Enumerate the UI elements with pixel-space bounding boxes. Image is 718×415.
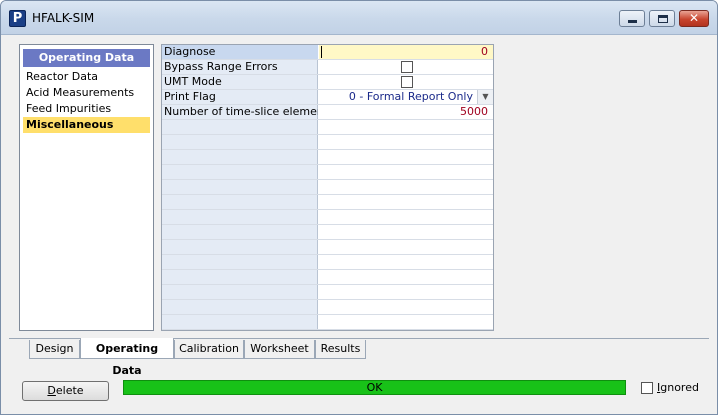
- grid-row-empty: [162, 195, 493, 210]
- grid-row-empty: [162, 165, 493, 180]
- minimize-icon: [628, 20, 637, 23]
- grid-value-cell: [319, 60, 493, 74]
- nav-item-miscellaneous[interactable]: Miscellaneous: [23, 117, 150, 133]
- grid-row-empty: [162, 285, 493, 300]
- nav-item-feed-impurities[interactable]: Feed Impurities: [23, 101, 150, 117]
- grid-row-time-slice-elements[interactable]: Number of time-slice elements 5000: [162, 105, 493, 120]
- grid-row-empty: [162, 210, 493, 225]
- grid-row-empty: [162, 270, 493, 285]
- property-grid: Diagnose 0 Bypass Range Errors UMT Mode …: [161, 44, 494, 331]
- text-caret: [321, 46, 322, 58]
- grid-row-empty: [162, 240, 493, 255]
- ignored-label-rest: gnored: [660, 381, 699, 394]
- grid-row-empty: [162, 135, 493, 150]
- print-flag-value: 0 - Formal Report Only: [348, 90, 473, 103]
- tab-worksheet[interactable]: Worksheet: [244, 340, 315, 359]
- tab-operating-data[interactable]: Operating Data: [80, 338, 174, 377]
- ignored-label[interactable]: Ignored: [657, 381, 699, 395]
- grid-row-empty: [162, 315, 493, 330]
- grid-row-empty: [162, 120, 493, 135]
- bypass-range-errors-checkbox[interactable]: [401, 61, 413, 73]
- grid-row-print-flag[interactable]: Print Flag 0 - Formal Report Only ▼: [162, 90, 493, 105]
- nav-item-acid-measurements[interactable]: Acid Measurements: [23, 85, 150, 101]
- minimize-button[interactable]: [619, 10, 645, 27]
- grid-label: Bypass Range Errors: [164, 60, 278, 73]
- grid-row-umt-mode[interactable]: UMT Mode: [162, 75, 493, 90]
- grid-label: Diagnose: [162, 45, 318, 59]
- grid-row-bypass-range-errors[interactable]: Bypass Range Errors: [162, 60, 493, 75]
- print-flag-select[interactable]: 0 - Formal Report Only ▼: [319, 90, 493, 104]
- tab-results[interactable]: Results: [315, 340, 366, 359]
- time-slice-elements-input[interactable]: 5000: [319, 105, 493, 119]
- chevron-down-icon[interactable]: ▼: [477, 90, 493, 104]
- delete-mnemonic: D: [47, 384, 56, 397]
- delete-button[interactable]: Delete: [22, 381, 109, 401]
- diagnose-input[interactable]: 0: [319, 45, 493, 59]
- tab-calibration[interactable]: Calibration: [174, 340, 244, 359]
- app-icon: P: [9, 10, 26, 27]
- grid-row-empty: [162, 180, 493, 195]
- tab-design[interactable]: Design: [29, 340, 80, 359]
- grid-row-diagnose[interactable]: Diagnose 0: [162, 45, 493, 60]
- close-icon: ✕: [688, 11, 700, 25]
- grid-row-empty: [162, 255, 493, 270]
- ignored-checkbox[interactable]: [641, 382, 653, 394]
- grid-row-empty: [162, 300, 493, 315]
- umt-mode-checkbox[interactable]: [401, 76, 413, 88]
- grid-label: Print Flag: [164, 90, 216, 103]
- title-bar[interactable]: P HFALK-SIM ✕: [1, 1, 717, 35]
- close-button[interactable]: ✕: [679, 10, 709, 27]
- grid-label: Number of time-slice elements: [164, 105, 318, 118]
- grid-value-cell: [319, 75, 493, 89]
- nav-panel: Operating Data Reactor Data Acid Measure…: [19, 44, 154, 331]
- maximize-button[interactable]: [649, 10, 675, 27]
- nav-item-reactor-data[interactable]: Reactor Data: [23, 69, 150, 85]
- grid-label: UMT Mode: [164, 75, 222, 88]
- maximize-icon: [658, 15, 668, 23]
- nav-header: Operating Data: [23, 49, 150, 67]
- window-title: HFALK-SIM: [32, 11, 95, 25]
- diagnose-value: 0: [481, 45, 488, 58]
- status-bar: OK: [123, 380, 626, 395]
- app-window: P HFALK-SIM ✕ Operating Data Reactor Dat…: [0, 0, 718, 415]
- delete-label: elete: [55, 384, 84, 397]
- grid-row-empty: [162, 225, 493, 240]
- grid-row-empty: [162, 150, 493, 165]
